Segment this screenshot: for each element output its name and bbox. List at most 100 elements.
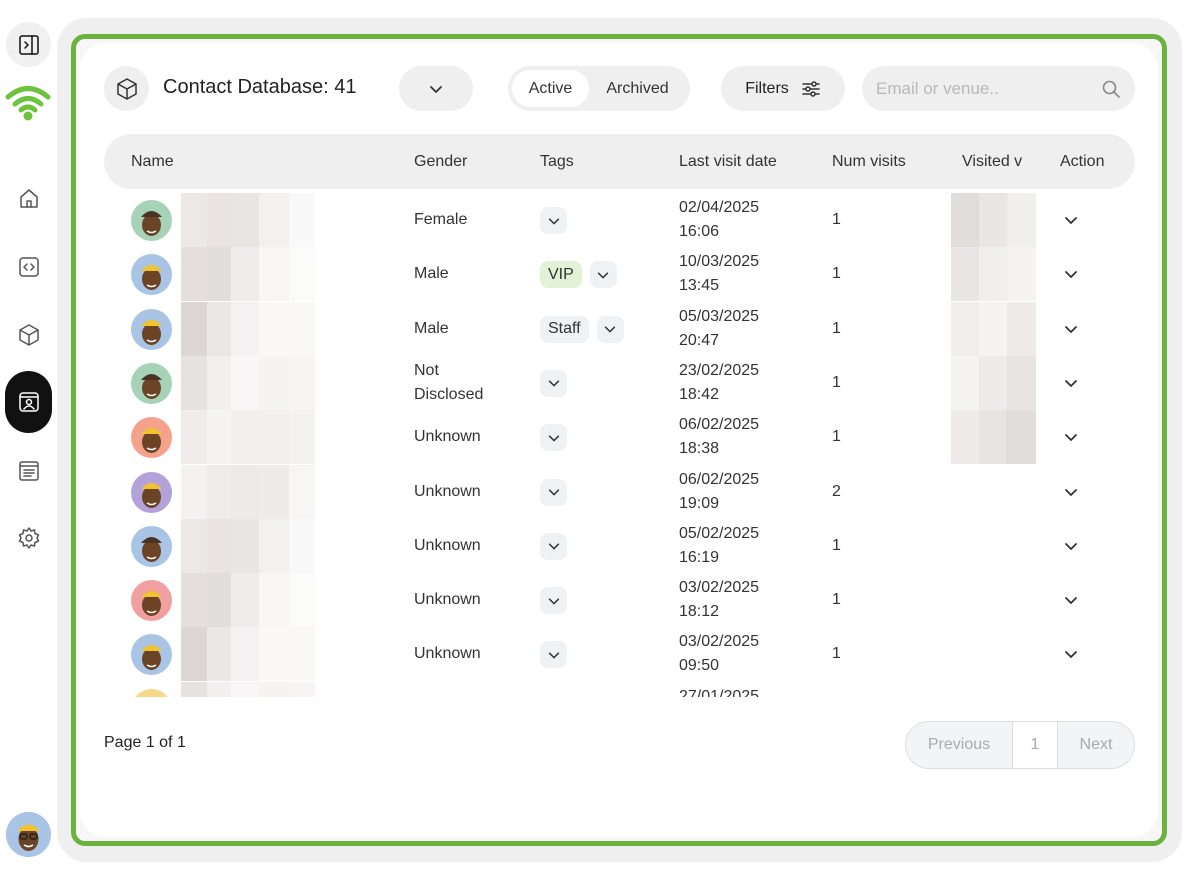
filter-sliders-icon	[802, 80, 820, 97]
visit-time: 18:38	[679, 440, 720, 458]
num-visits-cell: 1	[832, 645, 841, 663]
chevron-down-icon	[1065, 434, 1077, 442]
table-row[interactable]: Unknown 03/02/2025 18:12 1	[80, 573, 1160, 628]
chevron-down-icon	[1065, 271, 1077, 279]
search-input[interactable]	[876, 78, 1101, 99]
table-row[interactable]: 27/01/2025	[80, 681, 1160, 697]
visited-venue-redacted	[951, 410, 1037, 465]
chevron-down-icon	[548, 489, 559, 496]
previous-page-button[interactable]: Previous	[906, 722, 1013, 768]
contact-name-redacted	[181, 247, 315, 302]
gear-icon	[18, 526, 39, 549]
next-page-button[interactable]: Next	[1058, 722, 1134, 768]
pagination-control: Previous 1 Next	[905, 721, 1135, 769]
tags-dropdown-button[interactable]	[540, 369, 567, 397]
table-row[interactable]: Not Disclosed 23/02/2025 18:42 1	[80, 355, 1160, 410]
row-action-dropdown[interactable]	[1063, 646, 1079, 667]
num-visits-cell: 1	[832, 536, 841, 554]
visit-date: 06/02/2025	[679, 470, 760, 488]
tags-dropdown-button[interactable]	[540, 532, 567, 560]
last-visit-date-cell: 03/02/2025 09:50	[679, 630, 759, 678]
table-row[interactable]: Unknown 06/02/2025 18:38 1	[80, 410, 1160, 465]
visited-venue-redacted	[951, 301, 1037, 356]
row-action-dropdown[interactable]	[1063, 266, 1079, 287]
tags-dropdown-button[interactable]	[589, 261, 617, 289]
sidebar-item-code[interactable]	[6, 244, 51, 289]
contact-name-redacted	[181, 301, 315, 356]
column-header-visited-venue[interactable]: Visited v	[962, 134, 1022, 189]
sidebar-item-contacts[interactable]	[5, 371, 52, 433]
last-visit-date-cell: 27/01/2025	[679, 685, 759, 697]
row-action-dropdown[interactable]	[1063, 429, 1079, 450]
sidebar-item-reports[interactable]	[6, 448, 51, 493]
tags-dropdown-button[interactable]	[540, 207, 567, 234]
chevron-down-icon	[548, 435, 559, 442]
gender-text: Not	[414, 361, 439, 379]
visited-venue-redacted	[951, 193, 1037, 247]
chevron-down-icon	[1065, 542, 1077, 550]
tags-cell	[540, 424, 567, 452]
tags-cell	[540, 532, 567, 560]
contact-avatar	[131, 688, 172, 697]
tags-cell	[540, 478, 567, 506]
column-header-name[interactable]: Name	[131, 134, 174, 189]
contact-avatar	[131, 417, 172, 459]
sidebar-toggle-button[interactable]	[6, 22, 51, 67]
contact-name-redacted	[181, 410, 315, 465]
filters-button[interactable]: Filters	[721, 66, 845, 111]
column-header-last-visit-date[interactable]: Last visit date	[679, 134, 777, 189]
chevron-down-icon	[604, 326, 616, 333]
table-row[interactable]: Unknown 03/02/2025 09:50 1	[80, 627, 1160, 682]
chevron-down-icon	[1065, 325, 1077, 333]
contact-name-redacted	[181, 193, 315, 247]
gender-cell: Unknown	[414, 480, 481, 504]
contacts-icon	[18, 392, 39, 412]
page-number-1[interactable]: 1	[1013, 722, 1058, 768]
row-action-dropdown[interactable]	[1063, 321, 1079, 342]
last-visit-date-cell: 05/03/2025 20:47	[679, 305, 759, 353]
sidebar-item-home[interactable]	[6, 176, 51, 221]
column-header-num-visits[interactable]: Num visits	[832, 134, 906, 189]
column-header-gender[interactable]: Gender	[414, 134, 467, 189]
last-visit-date-cell: 03/02/2025 18:12	[679, 576, 759, 624]
tags-dropdown-button[interactable]	[540, 478, 567, 506]
contact-avatar	[131, 362, 172, 404]
tags-dropdown-button[interactable]	[596, 315, 624, 343]
user-avatar[interactable]	[6, 812, 51, 857]
row-action-dropdown[interactable]	[1063, 212, 1079, 233]
visit-time: 19:09	[679, 494, 720, 512]
sidebar-item-products[interactable]	[6, 312, 51, 357]
visit-date: 03/02/2025	[679, 579, 760, 597]
contact-avatar	[131, 525, 172, 567]
contact-name-redacted	[181, 355, 315, 410]
tab-archived[interactable]: Archived	[589, 70, 686, 107]
tags-cell	[540, 641, 567, 669]
table-row[interactable]: Male Staff 05/03/2025 20:47 1	[80, 301, 1160, 356]
row-action-dropdown[interactable]	[1063, 538, 1079, 559]
contact-name-redacted	[181, 518, 315, 573]
table-row[interactable]: Unknown 05/02/2025 16:19 1	[80, 518, 1160, 573]
gender-text-line2: Disclosed	[414, 385, 484, 403]
tags-dropdown-button[interactable]	[540, 641, 567, 669]
tags-dropdown-button[interactable]	[540, 424, 567, 452]
search-icon[interactable]	[1101, 79, 1121, 99]
num-visits-cell: 1	[832, 319, 841, 337]
chevron-down-icon	[1065, 217, 1077, 224]
sidebar-item-settings[interactable]	[6, 515, 51, 560]
row-action-dropdown[interactable]	[1063, 484, 1079, 505]
row-action-dropdown[interactable]	[1063, 375, 1079, 396]
tab-active[interactable]: Active	[512, 70, 589, 107]
visit-time: 16:19	[679, 548, 720, 566]
tags-dropdown-button[interactable]	[540, 587, 567, 615]
search-box	[862, 66, 1135, 111]
table-row[interactable]: Male VIP 10/03/2025 13:45 1	[80, 247, 1160, 302]
page-title: Contact Database: 41	[163, 76, 357, 98]
chevron-down-icon	[430, 85, 442, 93]
table-row[interactable]: Unknown 06/02/2025 19:09 2	[80, 464, 1160, 519]
column-header-tags[interactable]: Tags	[540, 134, 574, 189]
row-action-dropdown[interactable]	[1063, 592, 1079, 613]
table-row[interactable]: Female 02/04/2025 16:06 1	[80, 193, 1160, 247]
database-select-dropdown[interactable]	[399, 66, 473, 111]
visit-time: 09:50	[679, 657, 720, 675]
tags-cell	[540, 587, 567, 615]
